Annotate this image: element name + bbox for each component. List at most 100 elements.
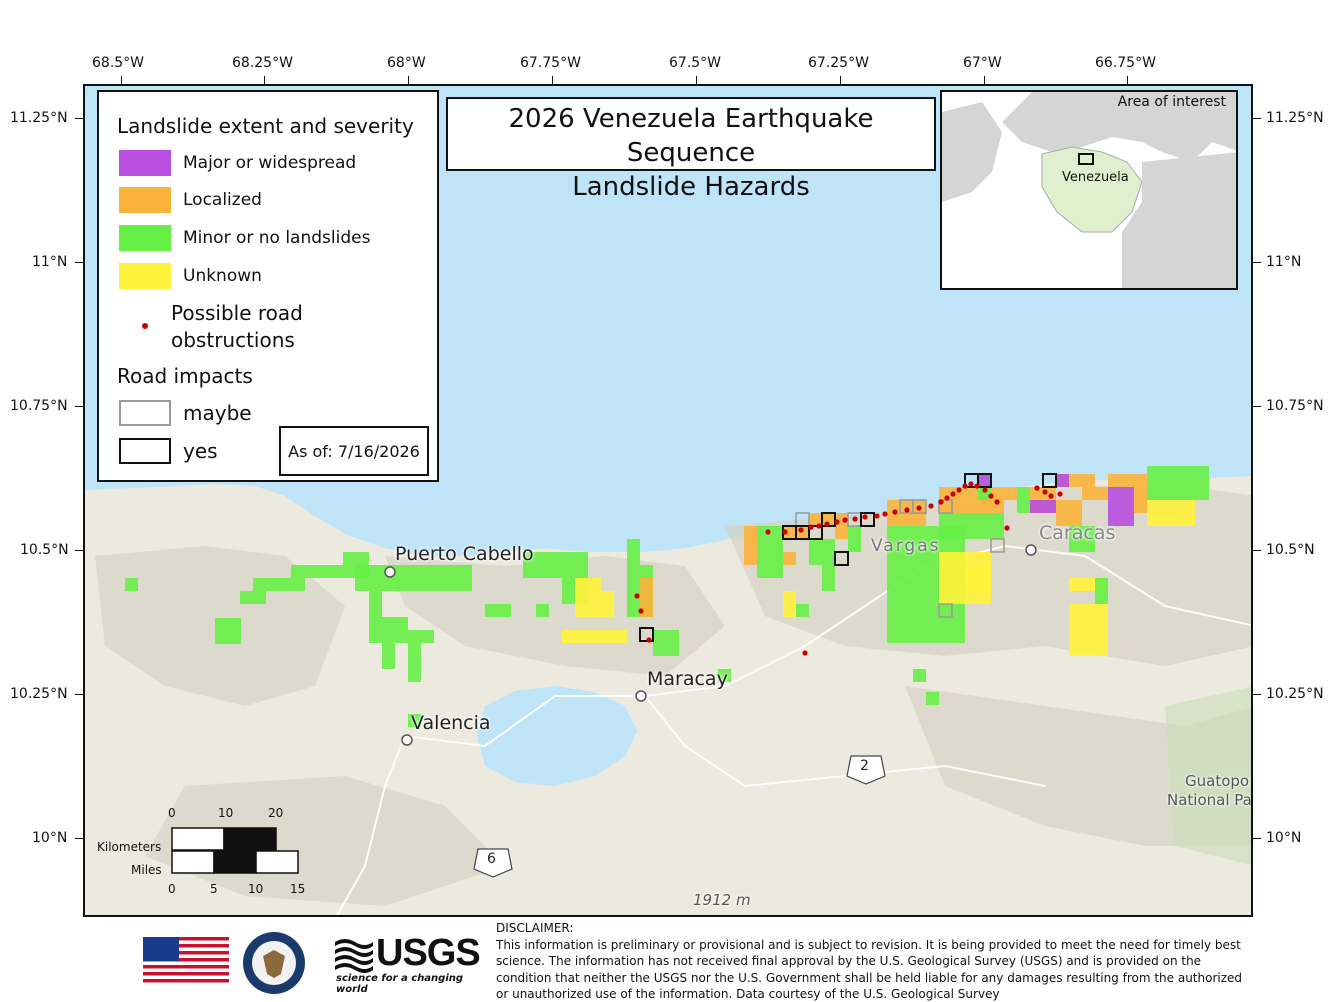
- tick: [1253, 694, 1261, 695]
- scale-mi-label: Miles: [131, 863, 162, 877]
- road-obstruction-dot: [816, 523, 822, 529]
- hazard-cell-major: [978, 474, 991, 487]
- scale-km-tick-20: 20: [268, 806, 284, 820]
- as-of-date: As of: 7/16/2026: [279, 426, 429, 476]
- scale-bar: 0 10 20 Kilometers Miles 0 5 10 15: [97, 803, 317, 898]
- road-obstruction-dot: [834, 519, 840, 525]
- road-obstruction-dot: [646, 637, 652, 643]
- hazard-cell-minor: [848, 526, 861, 552]
- road-obstruction-dot: [1048, 493, 1054, 499]
- lat-label-right-10-75: 10.75°N: [1266, 398, 1324, 414]
- legend-swatch-unknown: [119, 263, 171, 289]
- hazard-cell-minor: [536, 604, 549, 617]
- road-obstruction-dot: [874, 513, 880, 519]
- lon-label-67-75: 67.75°W: [520, 55, 581, 71]
- hazard-cell-localized: [1004, 487, 1017, 500]
- hazard-cell-major: [1030, 500, 1056, 513]
- hazard-cell-minor: [408, 643, 421, 682]
- hazard-cell-unknown: [562, 630, 627, 643]
- tick: [408, 76, 409, 84]
- lat-label-left-10: 10°N: [32, 830, 68, 846]
- legend-item-maybe: maybe: [119, 398, 252, 428]
- legend-label-obstructions-2: obstructions: [171, 328, 295, 352]
- hazard-cell-unknown: [575, 591, 614, 617]
- legend-swatch-localized: [119, 187, 171, 213]
- legend-label-yes: yes: [183, 439, 218, 463]
- hazard-cell-localized: [835, 513, 848, 539]
- tick: [75, 406, 83, 407]
- lat-label-right-11-25: 11.25°N: [1266, 110, 1324, 126]
- lat-label-right-10-5: 10.5°N: [1266, 542, 1315, 558]
- lat-label-right-10: 10°N: [1266, 830, 1302, 846]
- tick: [121, 76, 122, 84]
- hazard-cell-minor: [1017, 487, 1030, 513]
- road-obstruction-dot: [1042, 489, 1048, 495]
- lat-label-left-10-75: 10.75°N: [10, 398, 68, 414]
- lat-label-left-11-25: 11.25°N: [10, 110, 68, 126]
- disclaimer-title: DISCLAIMER:: [496, 921, 574, 935]
- hazard-cell-minor: [240, 591, 266, 604]
- route-label-2: 2: [860, 758, 869, 774]
- road-obstruction-dot: [1057, 491, 1063, 497]
- hazard-cell-major: [1056, 474, 1069, 487]
- lon-label-68-5: 68.5°W: [92, 55, 145, 71]
- road-obstruction-dot: [798, 527, 804, 533]
- hazard-cell-unknown: [1147, 500, 1195, 526]
- legend-swatch-yes: [119, 438, 171, 464]
- place-maracay: Maracay: [647, 668, 728, 690]
- hazard-cell-minor: [913, 669, 926, 682]
- legend-label-localized: Localized: [183, 190, 262, 210]
- legend-item-unknown: Unknown: [119, 261, 262, 291]
- hazard-cell-minor: [215, 618, 241, 644]
- hazard-cell-unknown: [1069, 604, 1108, 630]
- road-obstruction-dot: [904, 507, 910, 513]
- road-obstruction-dot: [962, 483, 968, 489]
- scale-bar-graphic: [171, 827, 299, 874]
- road-obstruction-dot: [982, 487, 988, 493]
- legend-swatch-major: [119, 150, 171, 176]
- scale-mi-tick-0: 0: [168, 882, 176, 896]
- us-flag-icon: [143, 937, 229, 983]
- city-marker-valencia: [401, 734, 413, 746]
- road-obstruction-dot: [968, 481, 974, 487]
- road-obstruction-dot: [938, 499, 944, 505]
- route-label-6: 6: [487, 851, 496, 867]
- road-obstruction-dot: [882, 511, 888, 517]
- place-vargas: Vargas: [871, 536, 941, 556]
- legend-item-localized: Localized: [119, 185, 262, 215]
- place-caracas: Caracas: [1039, 522, 1116, 544]
- hazard-cell-minor: [369, 591, 382, 617]
- tick: [840, 76, 841, 84]
- road-obstruction-dot: [862, 514, 868, 520]
- hazard-cell-minor: [939, 513, 1004, 539]
- inset-country-label: Venezuela: [1062, 170, 1129, 185]
- legend-label-obstructions-1: Possible road: [171, 301, 303, 325]
- hazard-cell-minor: [1147, 474, 1209, 500]
- road-obstruction-dot: [1004, 525, 1010, 531]
- lat-label-left-11: 11°N: [32, 254, 68, 270]
- tick: [264, 76, 265, 84]
- department-of-state-seal-icon: [243, 932, 305, 994]
- tick: [1253, 262, 1261, 263]
- tick: [1127, 76, 1128, 84]
- disclaimer: DISCLAIMER: This information is prelimin…: [496, 920, 1256, 1002]
- city-marker-puerto-cabello: [384, 566, 396, 578]
- hazard-cell-major: [1108, 487, 1134, 526]
- tick: [75, 262, 83, 263]
- road-obstruction-dot: [988, 493, 994, 499]
- map-title-box: 2026 Venezuela Earthquake Sequence Lands…: [446, 97, 936, 202]
- hazard-cell-minor: [1147, 466, 1209, 474]
- road-obstruction-dot: [802, 650, 808, 656]
- hazard-cell-localized: [744, 526, 757, 565]
- scale-mi-tick-5: 5: [210, 882, 218, 896]
- disclaimer-text: This information is preliminary or provi…: [496, 937, 1243, 1002]
- lat-label-left-10-5: 10.5°N: [20, 542, 69, 558]
- lat-label-right-11: 11°N: [1266, 254, 1302, 270]
- hazard-cell-localized: [1134, 487, 1147, 513]
- place-guatopo: Guatopo: [1185, 772, 1250, 790]
- footer-logos: USGS science for a changing world: [140, 930, 481, 996]
- tick: [552, 76, 553, 84]
- legend-title: Landslide extent and severity: [117, 114, 414, 138]
- hazard-cell-localized: [1108, 474, 1134, 487]
- hazard-cell-minor: [653, 630, 679, 656]
